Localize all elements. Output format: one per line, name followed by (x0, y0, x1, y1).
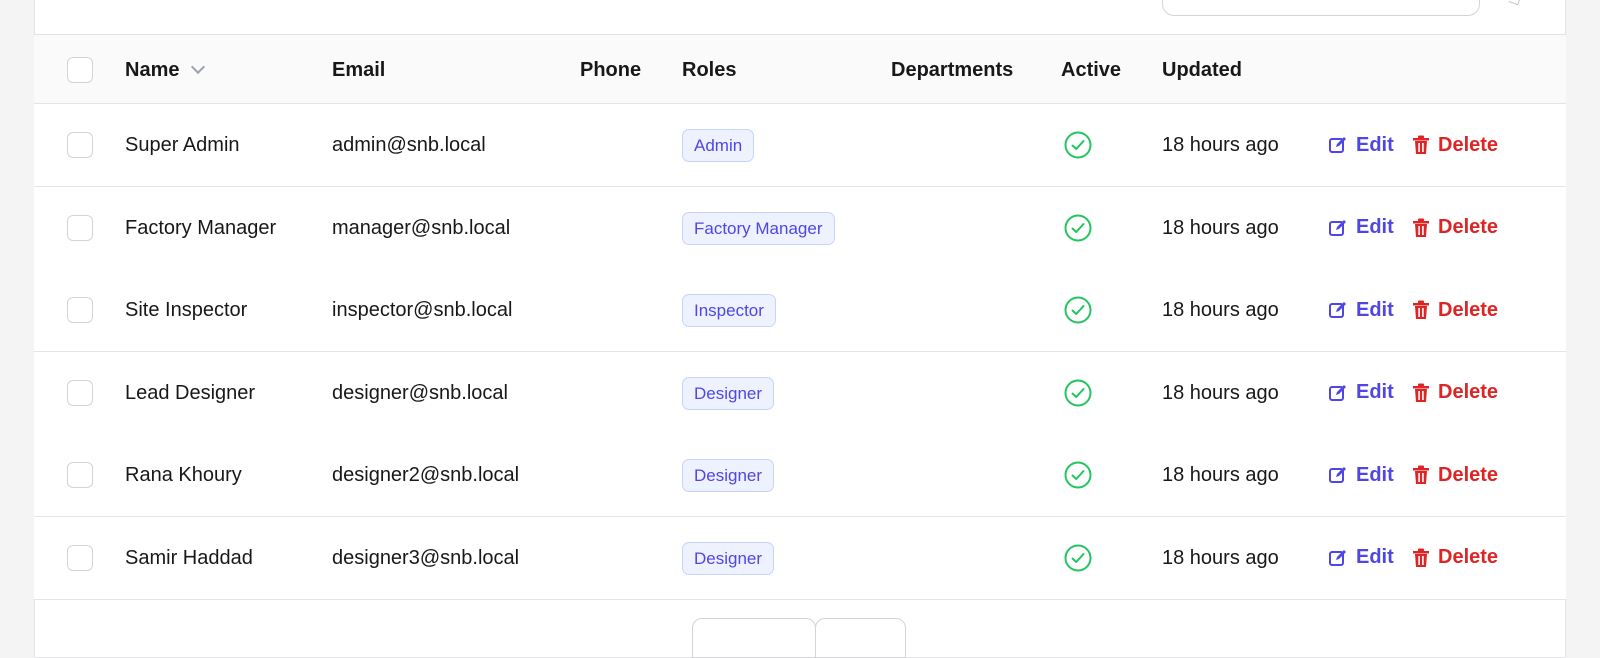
delete-label: Delete (1438, 463, 1499, 486)
edit-icon (1328, 548, 1356, 568)
column-header-name[interactable]: Name (125, 35, 206, 105)
row-email: admin@snb.local (332, 134, 486, 156)
check-circle-icon (1064, 296, 1092, 324)
edit-icon (1328, 383, 1356, 403)
column-header-phone: Phone (580, 59, 642, 81)
check-circle-icon (1064, 214, 1092, 242)
column-header-roles: Roles (682, 59, 737, 81)
table-search-input[interactable] (1162, 0, 1480, 16)
trash-icon (1412, 135, 1438, 155)
delete-button[interactable]: Delete (1412, 434, 1498, 516)
row-updated: 18 hours ago (1162, 546, 1279, 569)
edit-button[interactable]: Edit (1328, 269, 1394, 351)
edit-button[interactable]: Edit (1328, 187, 1394, 269)
delete-label: Delete (1438, 381, 1499, 403)
check-circle-icon (1064, 379, 1092, 407)
edit-label: Edit (1356, 546, 1394, 568)
trash-icon (1412, 548, 1438, 568)
row-checkbox[interactable] (67, 297, 93, 323)
row-checkbox[interactable] (67, 132, 93, 158)
row-name: Factory Manager (125, 216, 277, 239)
role-badge: Factory Manager (682, 211, 835, 245)
edit-label: Edit (1356, 463, 1394, 486)
table-row: Factory Manager manager@snb.local Factory … (34, 186, 1566, 270)
role-badge: Inspector (682, 294, 776, 327)
delete-label: Delete (1438, 546, 1499, 568)
row-email: designer2@snb.local (332, 464, 520, 486)
row-email: designer@snb.local (332, 381, 508, 404)
edit-icon (1328, 135, 1356, 155)
edit-label: Edit (1356, 298, 1394, 321)
check-circle-icon (1064, 461, 1092, 489)
column-header-updated: Updated (1162, 59, 1242, 81)
role-badge: Admin (682, 129, 755, 162)
table-row: Lead Designer designer@snb.local Designer 1… (34, 351, 1566, 435)
pagination-next-button[interactable] (815, 618, 906, 658)
row-checkbox[interactable] (67, 379, 93, 406)
column-header-name-label: Name (125, 59, 180, 81)
trash-icon (1412, 465, 1438, 485)
row-checkbox[interactable] (67, 544, 93, 571)
pagination-previous-button[interactable] (692, 618, 816, 658)
row-name: Lead Designer (125, 381, 256, 404)
role-badge: Designer (682, 459, 775, 492)
edit-button[interactable]: Edit (1328, 434, 1394, 516)
edit-button[interactable]: Edit (1328, 517, 1394, 599)
delete-button[interactable]: Delete (1412, 352, 1498, 434)
edit-label: Edit (1356, 381, 1394, 403)
check-circle-icon (1064, 544, 1092, 572)
edit-icon (1328, 218, 1356, 238)
row-email: manager@snb.local (332, 216, 511, 239)
row-email: inspector@snb.local (332, 299, 513, 321)
row-email: designer3@snb.local (332, 546, 520, 569)
row-updated: 18 hours ago (1162, 381, 1279, 404)
table-header: Name Email Phone Roles Departments Activ… (34, 34, 1566, 104)
column-header-departments: Departments (891, 59, 1014, 81)
role-badge: Designer (682, 541, 775, 575)
edit-button[interactable]: Edit (1328, 104, 1394, 186)
delete-button[interactable]: Delete (1412, 269, 1498, 351)
check-circle-icon (1064, 131, 1092, 159)
trash-icon (1412, 383, 1438, 403)
delete-label: Delete (1438, 216, 1499, 238)
row-name: Super Admin (125, 134, 240, 156)
row-name: Samir Haddad (125, 546, 253, 569)
table-row: Site Inspector inspector@snb.local Inspect… (34, 269, 1566, 352)
row-updated: 18 hours ago (1162, 464, 1279, 486)
edit-label: Edit (1356, 216, 1394, 238)
row-updated: 18 hours ago (1162, 216, 1279, 239)
table-row: Super Admin admin@snb.local Admin 18 hours … (34, 104, 1566, 187)
column-header-active: Active (1061, 59, 1122, 81)
delete-button[interactable]: Delete (1412, 517, 1498, 599)
delete-label: Delete (1438, 133, 1499, 156)
table-row: Rana Khoury designer2@snb.local Designer 18… (34, 434, 1566, 517)
edit-icon (1328, 465, 1356, 485)
delete-label: Delete (1438, 298, 1499, 321)
table-row: Samir Haddad designer3@snb.local Designer 1… (34, 516, 1566, 600)
role-badge: Designer (682, 376, 775, 410)
trash-icon (1412, 218, 1438, 238)
row-updated: 18 hours ago (1162, 299, 1279, 321)
row-name: Rana Khoury (125, 464, 242, 486)
column-header-email: Email (332, 59, 386, 81)
trash-icon (1412, 300, 1438, 320)
edit-icon (1328, 300, 1356, 320)
edit-label: Edit (1356, 133, 1394, 156)
delete-button[interactable]: Delete (1412, 187, 1498, 269)
edit-button[interactable]: Edit (1328, 352, 1394, 434)
select-all-checkbox[interactable] (67, 57, 93, 83)
row-name: Site Inspector (125, 299, 248, 321)
row-checkbox[interactable] (67, 462, 93, 488)
row-updated: 18 hours ago (1162, 134, 1279, 156)
delete-button[interactable]: Delete (1412, 104, 1498, 186)
chevron-down-icon[interactable] (191, 59, 206, 75)
row-checkbox[interactable] (67, 214, 93, 241)
